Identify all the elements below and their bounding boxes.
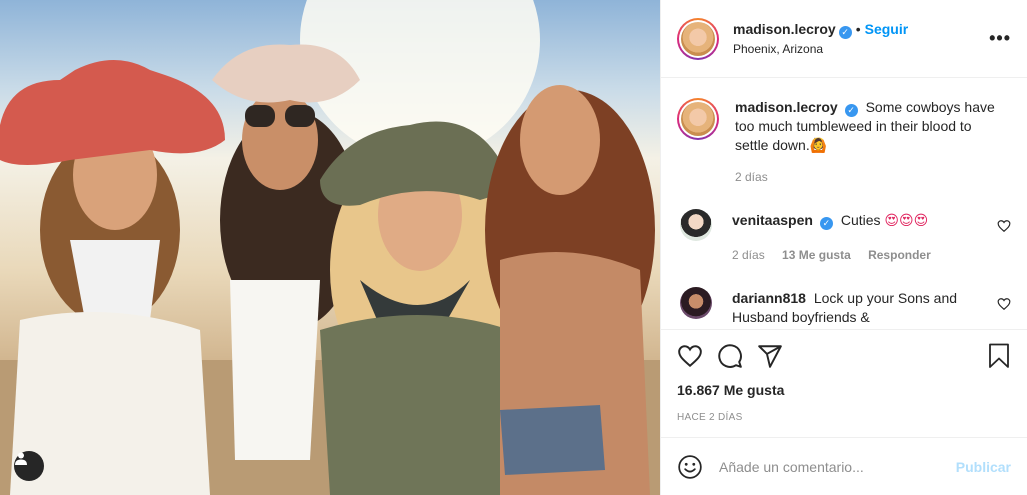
comment-text: Cuties bbox=[840, 212, 881, 228]
photo-illustration bbox=[0, 0, 660, 495]
caption: madison.lecroy ✓ Some cowboys have too mu… bbox=[677, 98, 1011, 187]
like-heart-icon[interactable] bbox=[677, 343, 703, 369]
comment-avatar[interactable] bbox=[680, 209, 712, 241]
username-link[interactable]: madison.lecroy bbox=[733, 21, 836, 37]
add-comment-bar: Publicar bbox=[661, 437, 1027, 495]
verified-badge-icon: ✓ bbox=[838, 26, 852, 39]
comment-body: dariann818 Lock up your Sons and Husband… bbox=[732, 287, 992, 327]
comment-emoji: 😍😍😍 bbox=[884, 213, 929, 229]
comment-meta: 2 días 13 Me gusta Responder bbox=[732, 246, 992, 265]
verified-badge-icon: ✓ bbox=[844, 104, 858, 117]
post-header: madison.lecroy ✓ • Seguir Phoenix, Arizona … bbox=[661, 0, 1027, 78]
caption-body: madison.lecroy ✓ Some cowboys have too mu… bbox=[735, 98, 995, 187]
heart-outline-icon[interactable] bbox=[997, 219, 1011, 233]
action-bar bbox=[661, 330, 1027, 382]
comment-input[interactable] bbox=[719, 458, 956, 475]
caption-avatar-image bbox=[681, 102, 715, 136]
comment-avatar[interactable] bbox=[680, 287, 712, 319]
comment-username[interactable]: dariann818 bbox=[732, 290, 806, 306]
comment-item: venitaaspen ✓ Cuties 😍😍😍 2 días 13 Me gus… bbox=[677, 209, 1011, 265]
avatar[interactable] bbox=[677, 17, 719, 60]
caption-username[interactable]: madison.lecroy bbox=[735, 99, 838, 115]
instagram-post: madison.lecroy ✓ • Seguir Phoenix, Arizona … bbox=[0, 0, 1027, 495]
share-paper-plane-icon[interactable] bbox=[757, 343, 783, 369]
caption-meta: 2 días bbox=[735, 168, 995, 187]
save-bookmark-icon[interactable] bbox=[987, 343, 1011, 372]
header-meta: madison.lecroy ✓ • Seguir Phoenix, Arizona bbox=[733, 21, 908, 56]
caption-time[interactable]: 2 días bbox=[735, 170, 768, 184]
comment-body: venitaaspen ✓ Cuties 😍😍😍 2 días 13 Me gus… bbox=[732, 209, 992, 265]
caption-avatar[interactable] bbox=[677, 98, 719, 140]
more-options-icon[interactable]: ••• bbox=[989, 28, 1011, 49]
caption-emoji: 🙆 bbox=[809, 138, 828, 154]
tag-people-button[interactable] bbox=[14, 451, 44, 481]
comment-item: dariann818 Lock up your Sons and Husband… bbox=[677, 287, 1011, 327]
comment-username[interactable]: venitaaspen bbox=[732, 212, 813, 228]
publish-button[interactable]: Publicar bbox=[956, 459, 1011, 475]
verified-badge-icon: ✓ bbox=[819, 217, 833, 230]
avatar-image bbox=[681, 21, 715, 56]
heart-outline-icon[interactable] bbox=[997, 297, 1011, 311]
follow-button[interactable]: Seguir bbox=[865, 21, 909, 37]
reply-button[interactable]: Responder bbox=[868, 248, 931, 262]
location-link[interactable]: Phoenix, Arizona bbox=[733, 42, 908, 56]
comment-likes[interactable]: 13 Me gusta bbox=[782, 248, 851, 262]
comment-bubble-icon[interactable] bbox=[717, 343, 743, 369]
post-side-panel: madison.lecroy ✓ • Seguir Phoenix, Arizona … bbox=[660, 0, 1027, 495]
dot-separator: • bbox=[855, 21, 861, 37]
emoji-smiley-icon[interactable] bbox=[677, 454, 703, 480]
person-icon bbox=[15, 452, 27, 465]
likes-count[interactable]: 16.867 Me gusta bbox=[661, 382, 1027, 398]
post-photo[interactable] bbox=[0, 0, 660, 495]
comment-time[interactable]: 2 días bbox=[732, 248, 765, 262]
comments-list[interactable]: madison.lecroy ✓ Some cowboys have too mu… bbox=[661, 78, 1027, 330]
posted-ago[interactable]: HACE 2 DÍAS bbox=[661, 412, 1027, 423]
